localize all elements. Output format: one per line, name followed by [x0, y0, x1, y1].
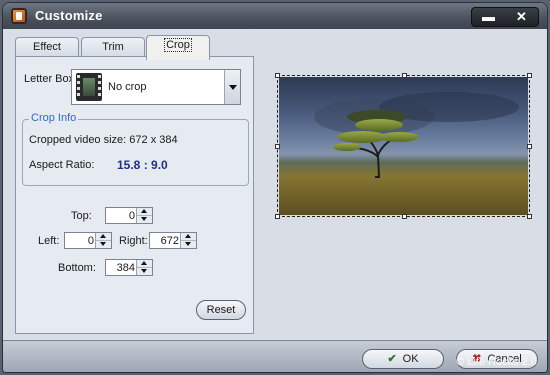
crop-handle-right[interactable]: [527, 144, 532, 149]
tab-crop[interactable]: Crop: [146, 35, 210, 60]
crop-handle-bottom-right[interactable]: [527, 214, 532, 219]
aspect-ratio-label: Aspect Ratio:: [29, 159, 95, 171]
left-label: Left:: [38, 235, 60, 247]
spin-up-icon[interactable]: [137, 208, 152, 216]
letterbox-label: Letter Box:: [24, 73, 78, 85]
ok-button[interactable]: ✔ OK: [362, 349, 444, 369]
app-icon: [11, 8, 27, 24]
bottom-value: 384: [116, 262, 135, 274]
bottom-spinner[interactable]: 384: [105, 259, 153, 276]
crop-panel: Letter Box: No crop Crop Info Cropped vi…: [15, 56, 254, 334]
bottom-label: Bottom:: [58, 262, 96, 274]
aspect-ratio-value: 15.8 : 9.0: [117, 158, 168, 172]
spin-down-icon[interactable]: [137, 216, 152, 223]
spin-down-icon[interactable]: [181, 241, 196, 248]
cropped-size-text: Cropped video size: 672 x 384: [29, 134, 178, 146]
top-spin-buttons: [136, 208, 152, 223]
title-bar[interactable]: Customize ▬ ✕: [3, 3, 547, 29]
letterbox-value: No crop: [108, 81, 147, 93]
bottom-spin-buttons: [136, 260, 152, 275]
left-spin-buttons: [95, 233, 111, 248]
minimize-button[interactable]: ▬: [475, 9, 503, 25]
crop-handle-bottom[interactable]: [402, 214, 407, 219]
watermark-text: © Life Rocks 2.0: [456, 356, 537, 368]
film-icon: [76, 73, 102, 101]
crop-handle-top-right[interactable]: [527, 73, 532, 78]
crop-handle-top-left[interactable]: [275, 73, 280, 78]
tab-trim[interactable]: Trim: [81, 37, 145, 58]
dropdown-arrow-icon[interactable]: [224, 70, 240, 104]
right-label: Right:: [119, 235, 148, 247]
preview-image: [279, 77, 528, 215]
spin-down-icon[interactable]: [96, 241, 111, 248]
crop-handle-top[interactable]: [402, 73, 407, 78]
close-button[interactable]: ✕: [508, 9, 536, 25]
letterbox-dropdown[interactable]: No crop: [71, 69, 241, 105]
right-spin-buttons: [180, 233, 196, 248]
crop-handle-left[interactable]: [275, 144, 280, 149]
crop-info-title: Crop Info: [29, 112, 79, 124]
check-icon: ✔: [387, 353, 397, 365]
spin-up-icon[interactable]: [96, 233, 111, 241]
top-value: 0: [128, 210, 135, 222]
right-spinner[interactable]: 672: [149, 232, 197, 249]
tree-scene-image: [279, 92, 528, 215]
right-value: 672: [160, 235, 179, 247]
spin-up-icon[interactable]: [181, 233, 196, 241]
crop-info-group: Crop Info Cropped video size: 672 x 384 …: [22, 112, 249, 186]
tab-crop-label: Crop: [164, 38, 192, 52]
crop-handle-bottom-left[interactable]: [275, 214, 280, 219]
ok-label: OK: [402, 353, 419, 365]
window-title: Customize: [35, 8, 103, 23]
spin-down-icon[interactable]: [137, 268, 152, 275]
crop-preview[interactable]: [275, 73, 532, 219]
customize-dialog: Customize ▬ ✕ Effect Trim Crop Letter Bo…: [2, 2, 548, 373]
window-controls: ▬ ✕: [471, 7, 539, 27]
top-spinner[interactable]: 0: [105, 207, 153, 224]
spin-up-icon[interactable]: [137, 260, 152, 268]
tab-effect[interactable]: Effect: [15, 37, 79, 58]
left-spinner[interactable]: 0: [64, 232, 112, 249]
top-label: Top:: [71, 210, 92, 222]
reset-button[interactable]: Reset: [196, 300, 246, 320]
left-value: 0: [87, 235, 94, 247]
